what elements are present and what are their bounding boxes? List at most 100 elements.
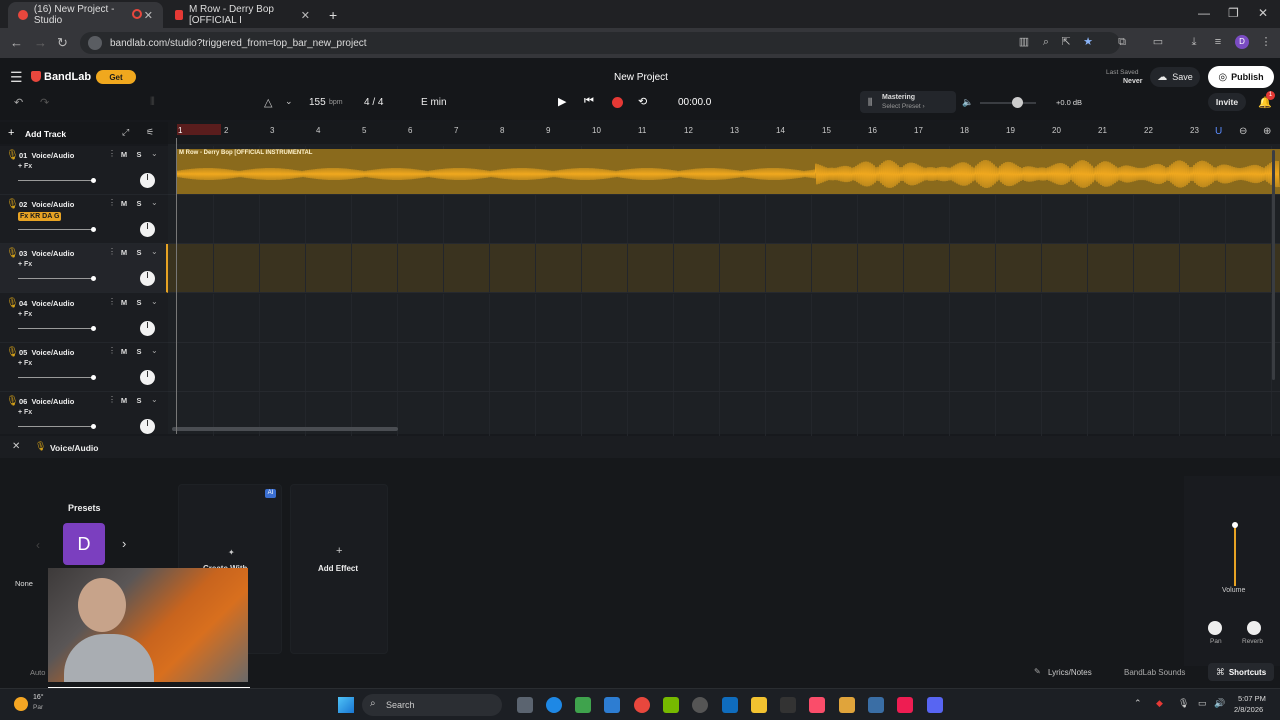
track-lane[interactable] bbox=[168, 195, 1280, 245]
mute-button[interactable]: M bbox=[118, 297, 130, 308]
download-icon[interactable]: ⤓ bbox=[1188, 36, 1200, 48]
track-name[interactable]: 03 Voice/Audio bbox=[19, 249, 74, 258]
track-lane[interactable] bbox=[168, 244, 1280, 294]
file-explorer-icon[interactable] bbox=[751, 697, 767, 713]
track-volume-slider[interactable] bbox=[18, 276, 96, 282]
mute-button[interactable]: M bbox=[118, 149, 130, 160]
obs-icon[interactable] bbox=[692, 697, 708, 713]
track-volume-slider[interactable] bbox=[18, 227, 96, 233]
mute-button[interactable]: M bbox=[118, 395, 130, 406]
add-effect-card[interactable]: + Add Effect bbox=[290, 484, 388, 654]
reader-mode-icon[interactable]: ▥ bbox=[1018, 36, 1030, 48]
close-tab-icon[interactable]: ✕ bbox=[144, 9, 153, 22]
fx-button[interactable]: + Fx bbox=[18, 261, 32, 268]
close-window-icon[interactable]: ✕ bbox=[1258, 6, 1268, 20]
magnet-snap-icon[interactable]: U bbox=[1215, 126, 1222, 137]
master-volume-knob[interactable] bbox=[1012, 97, 1023, 108]
media-icon[interactable]: ≡ bbox=[1212, 36, 1224, 48]
project-title[interactable]: New Project bbox=[614, 72, 668, 83]
cast-icon[interactable]: ⇱ bbox=[1060, 36, 1072, 48]
mastering-selector[interactable]: ⫼ Mastering Select Preset › bbox=[860, 91, 956, 113]
timeline[interactable]: 1 2 3 4 5 6 7 8 9 10 11 12 13 14 15 16 17 18 19 20 21 22 23 M … bbox=[168, 122, 1280, 441]
close-tab-icon[interactable]: ✕ bbox=[301, 9, 310, 22]
track-expand-icon[interactable]: ⌄ bbox=[151, 297, 158, 306]
edge-icon[interactable] bbox=[546, 697, 562, 713]
record-icon[interactable] bbox=[612, 97, 623, 108]
new-tab-button[interactable]: + bbox=[322, 2, 348, 28]
invite-button[interactable]: Invite bbox=[1208, 93, 1246, 111]
mute-button[interactable]: M bbox=[118, 198, 130, 209]
close-panel-icon[interactable]: ✕ bbox=[12, 441, 20, 452]
track-expand-icon[interactable]: ⌄ bbox=[151, 198, 158, 207]
audio-region[interactable]: M Row - Derry Bop [OFFICIAL INSTRUMENTAL bbox=[176, 149, 1280, 194]
reload-icon[interactable]: ↻ bbox=[57, 35, 68, 51]
key-selector[interactable]: E min bbox=[421, 97, 447, 108]
shortcuts-button[interactable]: ⌘ Shortcuts bbox=[1208, 663, 1274, 681]
site-info-icon[interactable] bbox=[88, 36, 102, 50]
track-menu-icon[interactable]: ⋮ bbox=[108, 297, 116, 306]
track-pan-knob[interactable] bbox=[140, 320, 155, 336]
fx-button[interactable]: Fx KR DA G bbox=[18, 212, 62, 222]
track-header[interactable]: 🎙 02 Voice/Audio Fx KR DA G ⋮ M S ⌄ bbox=[0, 195, 168, 245]
bookmark-star-icon[interactable]: ★ bbox=[1082, 36, 1094, 48]
mute-button[interactable]: M bbox=[118, 346, 130, 357]
track-name[interactable]: 01 Voice/Audio bbox=[19, 151, 74, 160]
hamburger-menu-icon[interactable]: ☰ bbox=[10, 69, 23, 86]
track-header[interactable]: 🎙 06 Voice/Audio + Fx ⋮ M S ⌄ bbox=[0, 392, 168, 441]
track-name[interactable]: 04 Voice/Audio bbox=[19, 299, 74, 308]
track-menu-icon[interactable]: ⋮ bbox=[108, 346, 116, 355]
minimize-icon[interactable]: — bbox=[1198, 6, 1210, 20]
track-expand-icon[interactable]: ⌄ bbox=[151, 149, 158, 158]
track-volume-slider[interactable] bbox=[18, 178, 96, 183]
track-header[interactable]: 🎙 05 Voice/Audio + Fx ⋮ M S ⌄ bbox=[0, 343, 168, 392]
track-lane[interactable] bbox=[168, 342, 1280, 392]
zoom-icon[interactable]: ⌕ bbox=[1040, 36, 1052, 48]
track-volume-knob[interactable] bbox=[91, 178, 96, 183]
lyrics-notes-button[interactable]: Lyrics/Notes bbox=[1048, 668, 1092, 677]
network-icon[interactable]: ▭ bbox=[1198, 698, 1207, 709]
get-button[interactable]: Get bbox=[96, 70, 136, 84]
solo-button[interactable]: S bbox=[133, 247, 145, 258]
forward-icon[interactable]: → bbox=[34, 35, 47, 50]
mute-button[interactable]: M bbox=[118, 247, 130, 258]
taskbar-search[interactable]: ⌕ Search bbox=[362, 694, 502, 716]
track-header[interactable]: 🎙 01 Voice/Audio + Fx ⋮ M S ⌄ bbox=[0, 146, 168, 195]
minecraft-icon[interactable] bbox=[575, 697, 591, 713]
store-icon[interactable] bbox=[722, 697, 738, 713]
tab-studio[interactable]: (16) New Project - Studio ✕ bbox=[8, 2, 163, 28]
track-volume-slider[interactable] bbox=[18, 374, 96, 380]
metronome-icon[interactable]: △ bbox=[264, 96, 272, 109]
redo-icon[interactable]: ↷ bbox=[40, 96, 49, 109]
solo-button[interactable]: S bbox=[133, 346, 145, 357]
chrome-icon[interactable] bbox=[634, 697, 650, 713]
loop-region-marker[interactable] bbox=[177, 124, 221, 135]
preset-prev-icon[interactable]: ‹ bbox=[36, 538, 40, 552]
weather-icon[interactable] bbox=[14, 697, 28, 711]
track-menu-icon[interactable]: ⋮ bbox=[108, 395, 116, 404]
solo-button[interactable]: S bbox=[133, 149, 145, 160]
track-pan-knob[interactable] bbox=[140, 173, 155, 188]
track-menu-icon[interactable]: ⋮ bbox=[108, 198, 116, 207]
mic-tray-icon[interactable]: 🎙 bbox=[1178, 698, 1189, 709]
tempo-value[interactable]: 155 bbox=[309, 97, 326, 108]
track-menu-icon[interactable]: ⋮ bbox=[108, 149, 116, 158]
undo-icon[interactable]: ↶ bbox=[14, 96, 23, 109]
profile-avatar[interactable]: D bbox=[1235, 35, 1249, 49]
fx-button[interactable]: + Fx bbox=[18, 409, 32, 416]
tab-youtube[interactable]: M Row - Derry Bop [OFFICIAL I ✕ bbox=[165, 2, 320, 28]
windows-start-icon[interactable] bbox=[338, 697, 354, 713]
track-expand-icon[interactable]: ⌄ bbox=[151, 395, 158, 404]
pan-knob[interactable] bbox=[1208, 621, 1222, 635]
time-signature[interactable]: 4 / 4 bbox=[364, 97, 383, 108]
restore-icon[interactable]: ❐ bbox=[1228, 6, 1239, 20]
app-icon[interactable] bbox=[868, 697, 884, 713]
add-track-button[interactable]: Add Track bbox=[25, 129, 66, 139]
track-volume-slider[interactable] bbox=[18, 325, 96, 331]
sidepanel-icon[interactable]: ▭ bbox=[1152, 36, 1164, 48]
track-expand-icon[interactable]: ⌄ bbox=[151, 346, 158, 355]
track-header[interactable]: 🎙 03 Voice/Audio + Fx ⋮ M S ⌄ bbox=[0, 244, 168, 294]
preset-tile[interactable]: D bbox=[63, 523, 105, 565]
volume-fader[interactable] bbox=[1234, 526, 1236, 586]
skip-back-icon[interactable]: ⏮ bbox=[584, 95, 594, 108]
track-name[interactable]: 05 Voice/Audio bbox=[19, 348, 74, 357]
